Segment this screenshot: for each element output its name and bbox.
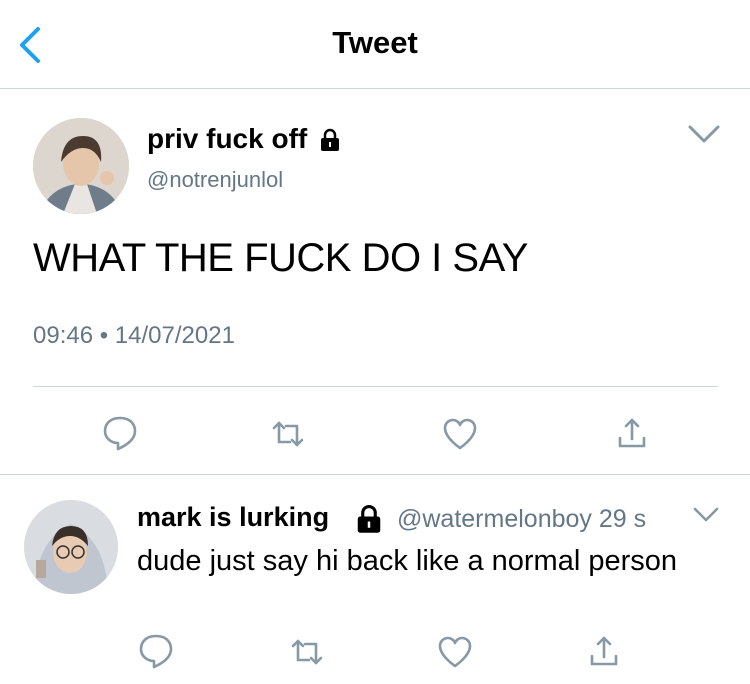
avatar[interactable]: [24, 500, 118, 594]
lock-icon: [357, 504, 381, 533]
chevron-down-icon[interactable]: [692, 505, 720, 525]
display-name[interactable]: priv fuck off: [147, 123, 307, 155]
avatar[interactable]: [33, 118, 129, 214]
handle[interactable]: @watermelonboy: [397, 505, 592, 533]
divider: [33, 386, 718, 387]
like-icon[interactable]: [440, 414, 480, 454]
retweet-icon[interactable]: [287, 632, 327, 672]
page-title: Tweet: [332, 25, 418, 60]
display-name[interactable]: mark is lurking: [137, 502, 329, 533]
share-icon[interactable]: [612, 414, 652, 454]
lock-icon: [321, 128, 339, 151]
reply-meta: @watermelonboy 29 s: [397, 505, 646, 534]
tweet-text: WHAT THE FUCK DO I SAY: [33, 236, 528, 280]
like-icon[interactable]: [435, 632, 475, 672]
tweet-timestamp: 09:46 • 14/07/2021: [33, 322, 235, 349]
chevron-down-icon[interactable]: [686, 122, 722, 146]
retweet-icon[interactable]: [268, 414, 308, 454]
divider: [0, 474, 750, 475]
reply-icon[interactable]: [136, 630, 176, 670]
share-icon[interactable]: [584, 632, 624, 672]
reply-icon[interactable]: [100, 412, 140, 452]
tweet-text: dude just say hi back like a normal pers…: [137, 545, 678, 577]
handle[interactable]: @notrenjunlol: [147, 167, 283, 193]
reply-time: 29 s: [598, 505, 647, 533]
